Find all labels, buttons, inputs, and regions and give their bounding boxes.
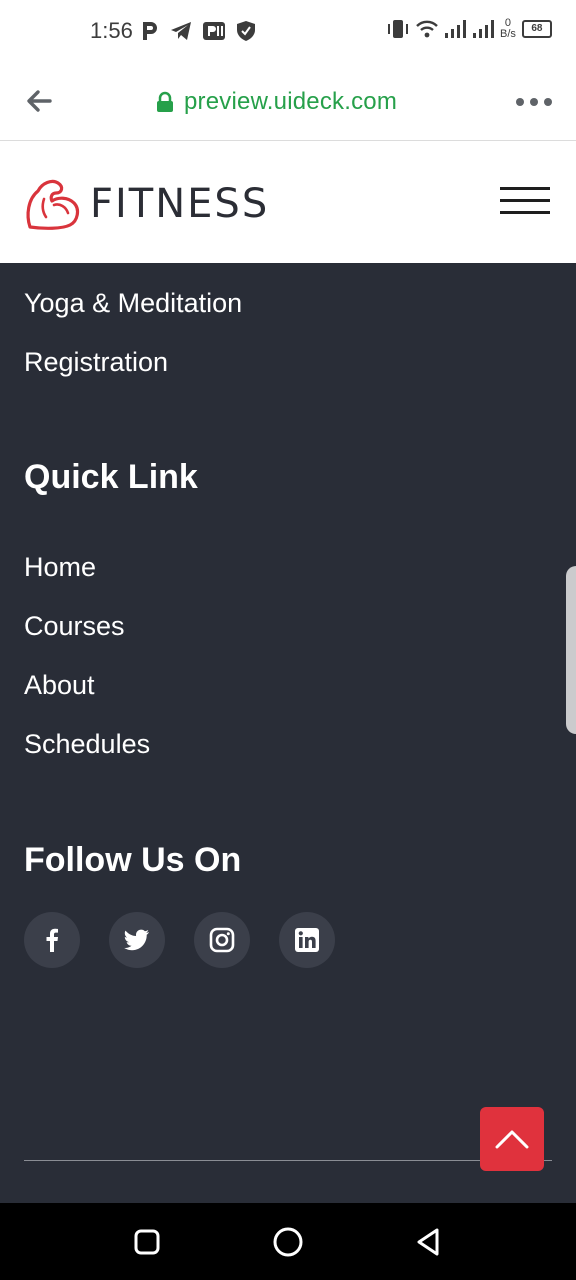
facebook-icon <box>46 928 58 952</box>
flexed-arm-logo-icon[interactable] <box>24 175 82 231</box>
network-speed: 0 B/s <box>500 18 516 40</box>
system-icons: 0 B/s 68 <box>386 18 552 40</box>
footer-link-home[interactable]: Home <box>24 552 96 583</box>
lock-icon <box>157 91 173 112</box>
menu-bar-line <box>500 199 550 202</box>
shield-icon <box>237 21 255 41</box>
follow-us-heading: Follow Us On <box>24 841 242 879</box>
menu-bar-line <box>500 211 550 214</box>
status-time: 1:56 <box>90 18 133 43</box>
twitter-button[interactable] <box>109 912 165 968</box>
system-navigation-bar <box>0 1203 576 1280</box>
facebook-button[interactable] <box>24 912 80 968</box>
url-text: preview.uideck.com <box>184 88 398 115</box>
network-speed-unit: B/s <box>500 28 516 40</box>
site-logo-text[interactable]: FITNESS <box>90 181 269 227</box>
footer-divider <box>24 1160 552 1161</box>
back-arrow-icon[interactable] <box>24 86 54 116</box>
footer-link-about[interactable]: About <box>24 670 95 701</box>
linkedin-button[interactable] <box>279 912 335 968</box>
signal-icon <box>445 20 466 38</box>
instagram-icon <box>209 927 235 953</box>
status-bar: 1:56 0 B/s 68 <box>0 0 576 64</box>
social-links <box>24 912 335 968</box>
footer-link-courses[interactable]: Courses <box>24 611 125 642</box>
p-app-icon <box>143 22 157 40</box>
site-header: FITNESS <box>0 141 576 263</box>
recents-square-icon[interactable] <box>130 1225 164 1259</box>
notification-icons <box>140 20 256 42</box>
footer-link-registration[interactable]: Registration <box>24 347 168 378</box>
site-footer: Yoga & Meditation Registration Quick Lin… <box>0 263 576 1203</box>
home-circle-icon[interactable] <box>271 1225 305 1259</box>
parking-app-icon <box>203 22 225 40</box>
vibrate-icon <box>388 20 408 38</box>
footer-link-schedules[interactable]: Schedules <box>24 729 150 760</box>
linkedin-icon <box>295 928 319 952</box>
chevron-up-icon <box>495 1130 529 1149</box>
battery-indicator: 68 <box>521 20 552 38</box>
telegram-icon <box>171 22 191 40</box>
scroll-to-top-button[interactable] <box>480 1107 544 1171</box>
instagram-button[interactable] <box>194 912 250 968</box>
edge-panel-handle[interactable] <box>566 566 576 734</box>
more-options-icon[interactable] <box>514 94 554 110</box>
footer-link-yoga-meditation[interactable]: Yoga & Meditation <box>24 288 242 319</box>
wifi-icon <box>416 20 438 38</box>
signal-icon-2 <box>473 20 494 38</box>
quick-link-heading: Quick Link <box>24 458 198 496</box>
address-bar[interactable]: preview.uideck.com <box>156 88 397 116</box>
menu-bar-line <box>500 187 550 190</box>
back-triangle-icon[interactable] <box>412 1225 446 1259</box>
twitter-icon <box>124 929 149 951</box>
menu-toggle-button[interactable] <box>500 187 552 217</box>
browser-toolbar: preview.uideck.com <box>0 64 576 141</box>
